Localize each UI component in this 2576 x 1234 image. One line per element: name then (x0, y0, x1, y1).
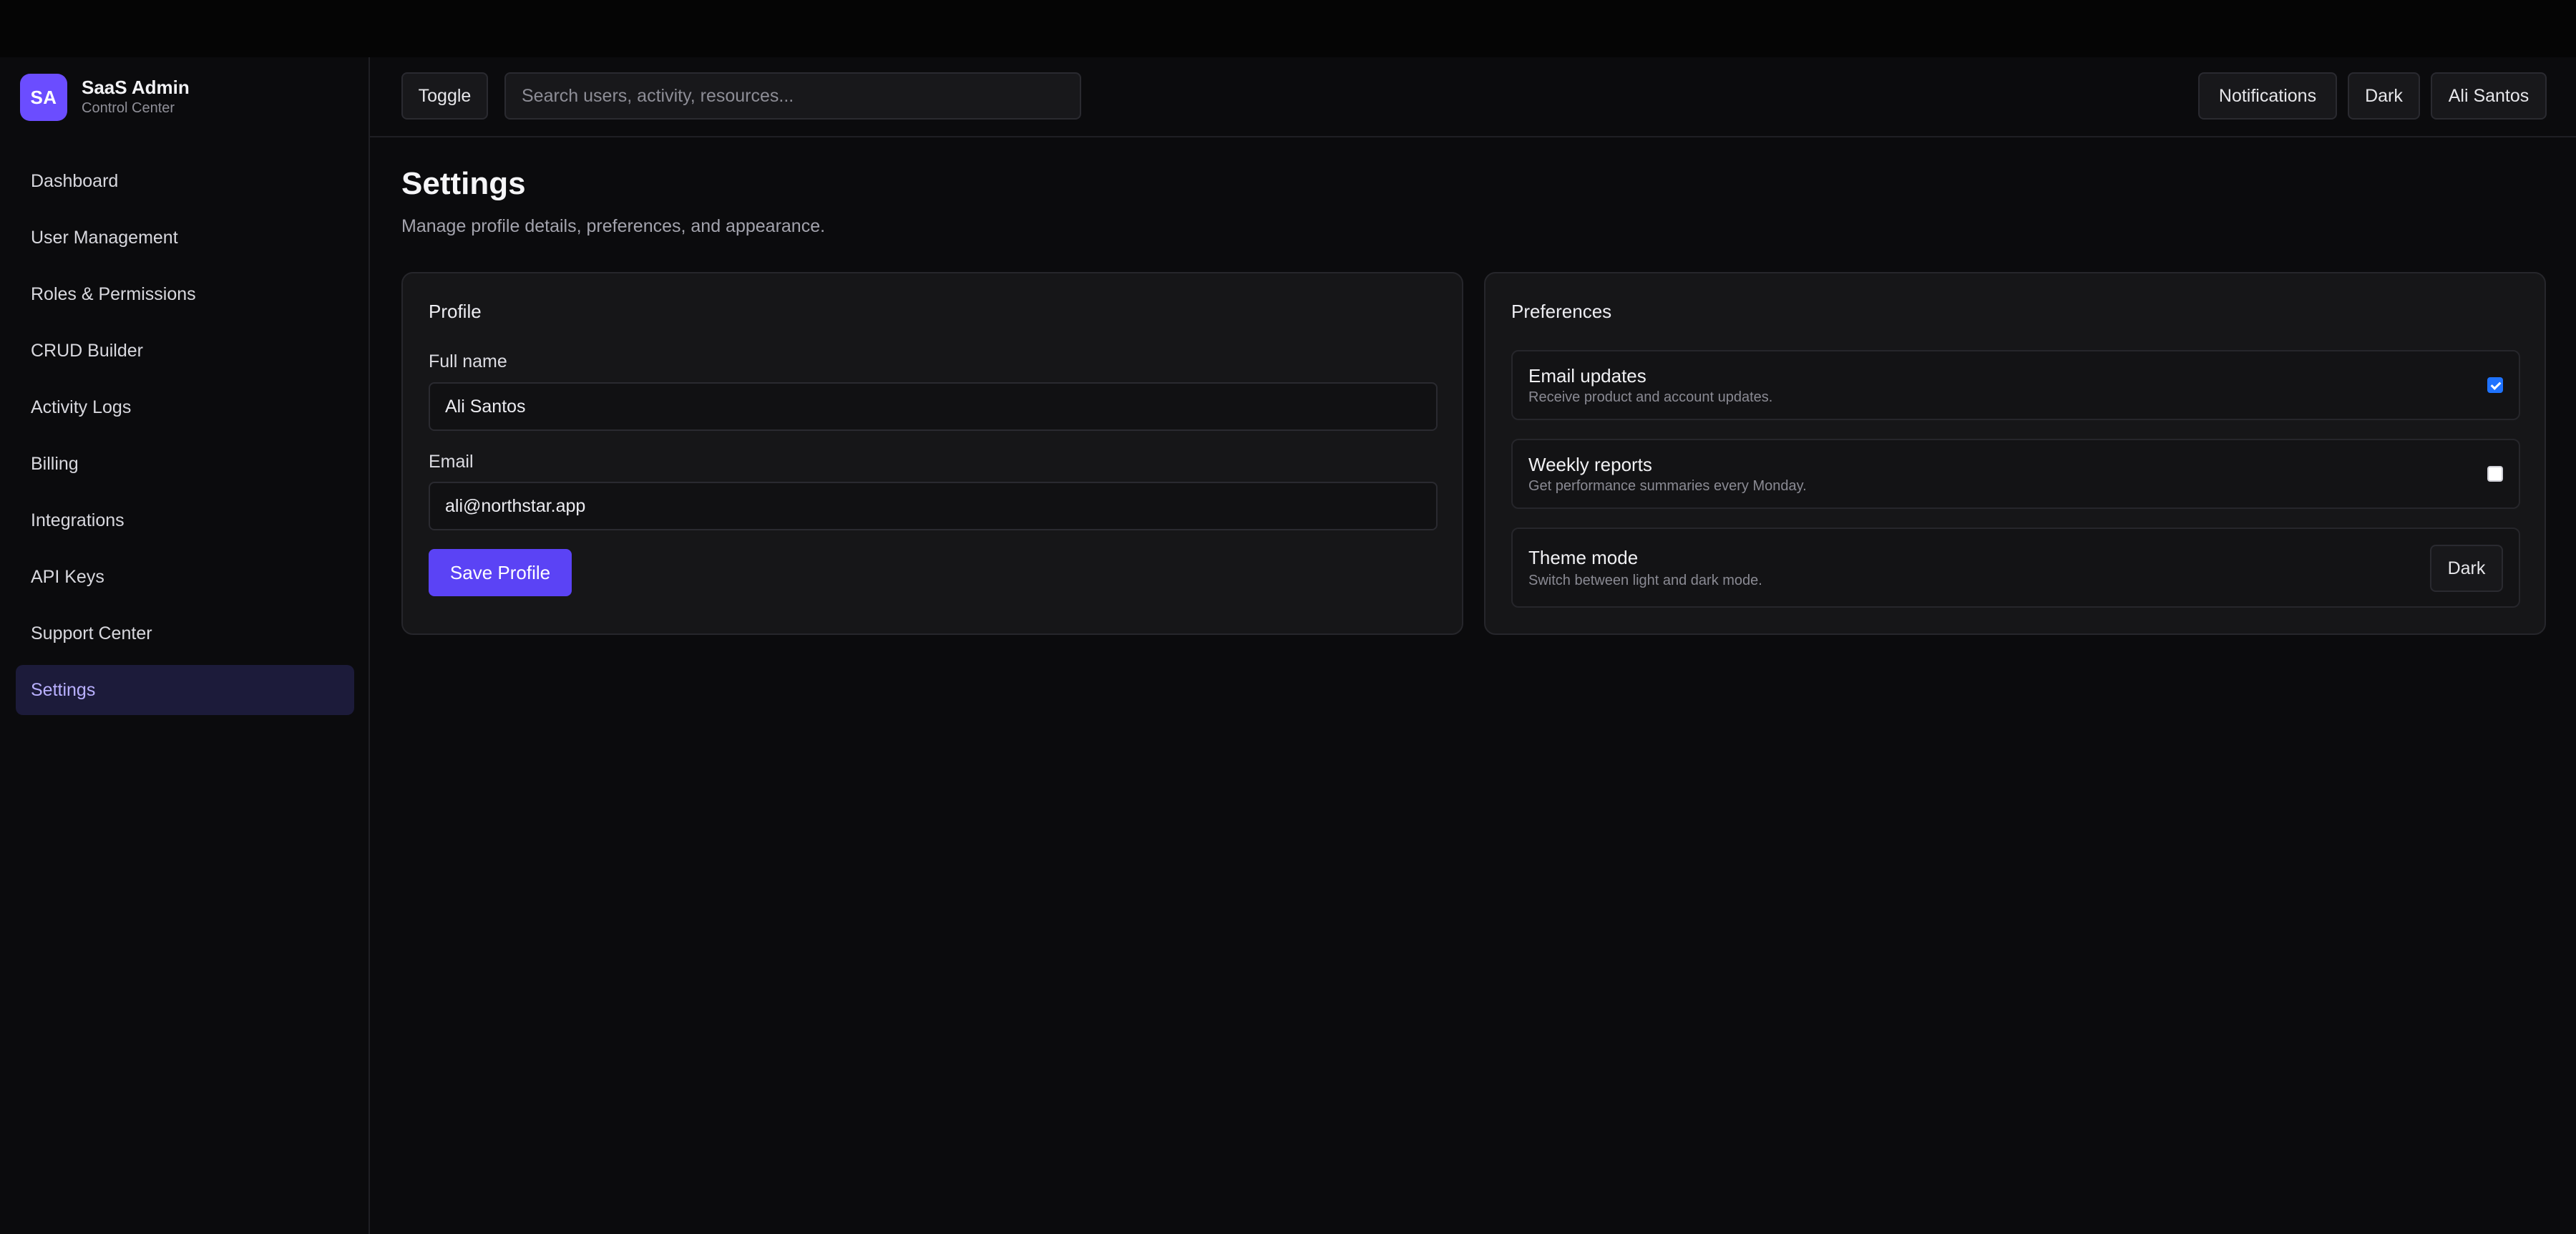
preferences-card-title: Preferences (1511, 301, 1612, 322)
sidebar-item-activity-logs[interactable]: Activity Logs (16, 382, 354, 432)
sidebar-item-billing[interactable]: Billing (16, 439, 354, 489)
email-field[interactable] (429, 482, 1438, 530)
sidebar-item-user-management[interactable]: User Management (16, 213, 354, 263)
weekly-reports-checkbox[interactable] (2487, 466, 2503, 482)
sidebar-item-settings[interactable]: Settings (16, 665, 354, 715)
full-name-field[interactable] (429, 382, 1438, 431)
sidebar-item-roles-permissions[interactable]: Roles & Permissions (16, 269, 354, 319)
sidebar-item-crud-builder[interactable]: CRUD Builder (16, 326, 354, 376)
theme-mode-title: Theme mode (1528, 547, 1639, 568)
sidebar-item-api-keys[interactable]: API Keys (16, 552, 354, 602)
profile-card-title: Profile (429, 301, 482, 322)
email-updates-row: Email updates Receive product and accoun… (1511, 350, 2520, 420)
brand-logo: SA (20, 74, 67, 121)
sidebar-item-dashboard[interactable]: Dashboard (16, 156, 354, 206)
toggle-sidebar-button[interactable]: Toggle (401, 72, 488, 120)
email-updates-description: Receive product and account updates. (1528, 389, 1773, 405)
user-menu-button[interactable]: Ali Santos (2431, 72, 2547, 120)
brand: SA SaaS Admin Control Center (20, 74, 190, 121)
sidebar-item-support-center[interactable]: Support Center (16, 608, 354, 659)
theme-mode-row: Theme mode Switch between light and dark… (1511, 528, 2520, 608)
brand-text: SaaS Admin Control Center (82, 77, 190, 118)
save-profile-button[interactable]: Save Profile (429, 549, 572, 596)
theme-mode-button[interactable]: Dark (2430, 545, 2503, 592)
page-title: Settings (401, 166, 526, 201)
theme-toggle-button[interactable]: Dark (2348, 72, 2420, 120)
brand-subtitle: Control Center (82, 100, 175, 116)
preferences-card: Preferences Email updates Receive produc… (1484, 272, 2546, 635)
theme-mode-description: Switch between light and dark mode. (1528, 573, 1762, 588)
page-subtitle: Manage profile details, preferences, and… (401, 216, 826, 236)
weekly-reports-description: Get performance summaries every Monday. (1528, 478, 1807, 494)
weekly-reports-row: Weekly reports Get performance summaries… (1511, 439, 2520, 509)
top-black-bar (0, 0, 2576, 57)
weekly-reports-title: Weekly reports (1528, 454, 1652, 475)
sidebar: SA SaaS Admin Control Center Dashboard U… (0, 57, 370, 1234)
notifications-button[interactable]: Notifications (2198, 72, 2337, 120)
sidebar-nav: Dashboard User Management Roles & Permis… (16, 156, 354, 722)
full-name-label: Full name (429, 351, 507, 371)
sidebar-item-integrations[interactable]: Integrations (16, 495, 354, 545)
profile-card: Profile Full name Email Save Profile (401, 272, 1463, 635)
top-header: Toggle Notifications Dark Ali Santos (370, 57, 2576, 137)
email-updates-title: Email updates (1528, 365, 1646, 387)
brand-title: SaaS Admin (82, 77, 190, 98)
email-label: Email (429, 452, 474, 472)
search-input[interactable] (504, 72, 1081, 120)
email-updates-checkbox[interactable] (2487, 377, 2503, 393)
